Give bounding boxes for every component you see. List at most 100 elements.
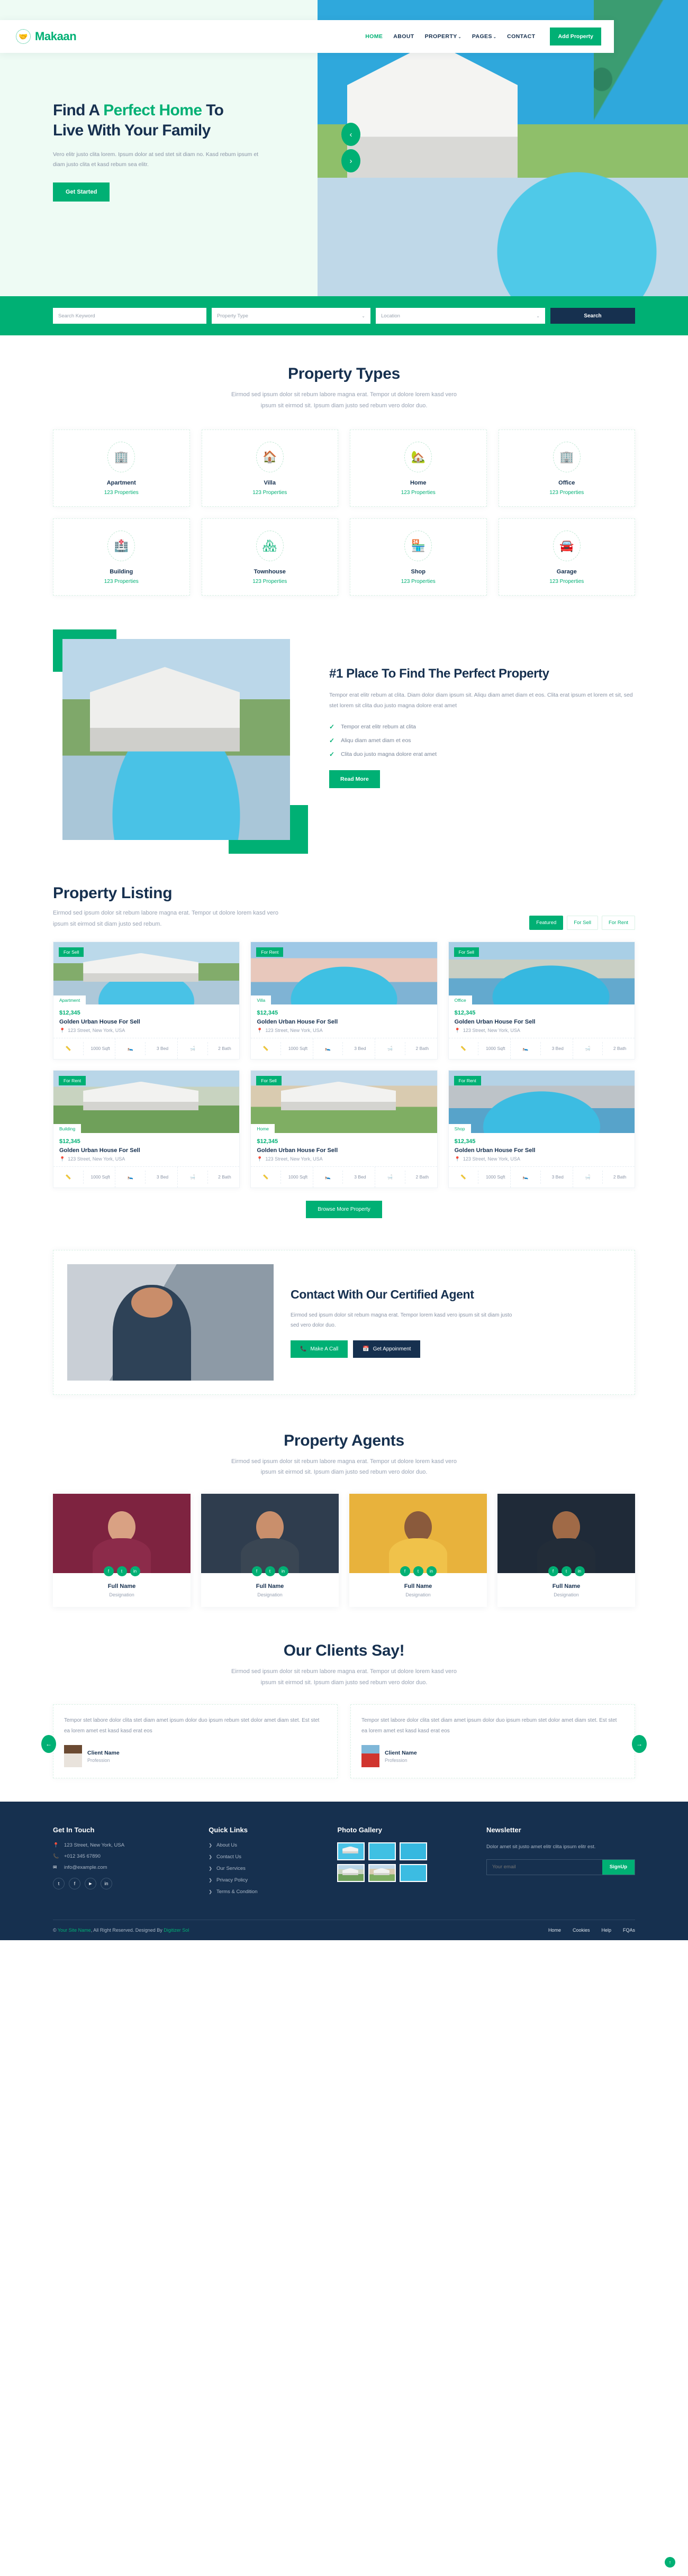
agent-card[interactable]: f t in Full Name Designation xyxy=(497,1494,635,1607)
about-bullet: ✓ Aliqu diam amet diam et eos xyxy=(329,736,411,744)
instagram-icon[interactable]: in xyxy=(426,1566,437,1577)
hero-title: Find A Perfect Home To Live With Your Fa… xyxy=(53,102,224,139)
footer-bottom-link-home[interactable]: Home xyxy=(548,1928,561,1933)
facebook-icon[interactable]: f xyxy=(251,1566,262,1577)
gallery-thumb[interactable] xyxy=(400,1864,428,1883)
footer-bottom-link-fqas[interactable]: FQAs xyxy=(623,1928,635,1933)
nav-item-contact[interactable]: CONTACT xyxy=(507,33,535,40)
property-card[interactable]: For Sell Apartment $12,345 Golden Urban … xyxy=(53,941,240,1059)
property-card[interactable]: For Rent Building $12,345 Golden Urban H… xyxy=(53,1070,240,1188)
add-property-button[interactable]: Add Property xyxy=(550,28,601,45)
tab-featured[interactable]: Featured xyxy=(529,915,564,930)
youtube-icon[interactable]: ► xyxy=(85,1878,96,1890)
testimonial-next-icon[interactable]: → xyxy=(632,1735,647,1753)
footer-link-about-us[interactable]: ❯ About Us xyxy=(209,1842,323,1848)
twitter-icon[interactable]: t xyxy=(53,1878,65,1890)
footer-link-our-services[interactable]: ❯ Our Services xyxy=(209,1866,323,1871)
nav-item-property[interactable]: PROPERTY ⌄ xyxy=(425,33,461,40)
search-input[interactable]: Search Keyword xyxy=(53,308,206,324)
get-started-button[interactable]: Get Started xyxy=(53,182,110,202)
back-to-top-icon[interactable]: ↑ xyxy=(665,2557,675,2568)
search-button[interactable]: Search xyxy=(550,308,635,324)
gallery-thumb[interactable] xyxy=(368,1842,396,1861)
ruler-icon: 📏 xyxy=(53,1170,84,1184)
chevron-down-icon: ⌄ xyxy=(493,35,497,39)
newsletter-form: SignUp xyxy=(486,1859,635,1875)
footer-bottom-links: Home Cookies Help FQAs xyxy=(548,1928,635,1933)
nav-item-home[interactable]: HOME xyxy=(365,33,383,40)
make-a-call-button[interactable]: 📞 Make A Call xyxy=(291,1340,348,1358)
location-select[interactable]: Location ⌄ xyxy=(376,308,545,324)
testimonials-subtitle: Eirmod sed ipsum dolor sit rebum labore … xyxy=(231,1668,457,1686)
tab-for-rent[interactable]: For Rent xyxy=(602,915,635,930)
property-card[interactable]: For Sell Office $12,345 Golden Urban Hou… xyxy=(448,941,635,1059)
agent-name: Full Name xyxy=(404,1583,432,1590)
property-title: Golden Urban House For Sell xyxy=(454,1147,536,1154)
slider-prev-icon[interactable]: ‹ xyxy=(341,123,360,146)
get-appointment-button[interactable]: 📅 Get Appoinment xyxy=(353,1340,421,1358)
property-type-card[interactable]: 🏘 Townhouse 123 Properties xyxy=(201,518,338,596)
property-type-card[interactable]: 🏡 Home 123 Properties xyxy=(350,429,487,507)
newsletter-email-input[interactable] xyxy=(492,1864,602,1870)
instagram-icon[interactable]: in xyxy=(130,1566,140,1577)
client-name: Client Name xyxy=(385,1749,417,1756)
property-card[interactable]: For Rent Villa $12,345 Golden Urban Hous… xyxy=(250,941,438,1059)
footer-bottom-link-cookies[interactable]: Cookies xyxy=(573,1928,590,1933)
footer-link-terms[interactable]: ❯ Terms & Condition xyxy=(209,1889,323,1895)
instagram-icon[interactable]: in xyxy=(574,1566,585,1577)
property-type-card[interactable]: 🏪 Shop 123 Properties xyxy=(350,518,487,596)
property-type-card[interactable]: 🏥 Building 123 Properties xyxy=(53,518,190,596)
bath-icon: 🛁 xyxy=(178,1170,208,1184)
property-type-select[interactable]: Property Type ⌄ xyxy=(212,308,370,324)
footer-newsletter: Newsletter Dolor amet sit justo amet eli… xyxy=(486,1826,635,1901)
slider-next-icon[interactable]: › xyxy=(341,149,360,172)
browse-more-button[interactable]: Browse More Property xyxy=(306,1200,382,1218)
nav-item-pages[interactable]: PAGES ⌄ xyxy=(472,33,496,40)
property-type-card[interactable]: 🏠 Villa 123 Properties xyxy=(201,429,338,507)
testimonial-text: Tempor stet labore dolor clita stet diam… xyxy=(64,1718,320,1734)
twitter-icon[interactable]: t xyxy=(561,1566,572,1577)
facebook-icon[interactable]: f xyxy=(69,1878,80,1890)
facebook-icon[interactable]: f xyxy=(548,1566,558,1577)
property-card[interactable]: For Sell Home $12,345 Golden Urban House… xyxy=(250,1070,438,1188)
brand-logo[interactable]: 🤝 Makaan xyxy=(16,29,77,44)
linkedin-icon[interactable]: in xyxy=(101,1878,112,1890)
agent-card[interactable]: f t in Full Name Designation xyxy=(201,1494,339,1607)
facebook-icon[interactable]: f xyxy=(103,1566,114,1577)
status-badge: For Sell xyxy=(256,1075,282,1085)
property-price: $12,345 xyxy=(454,1138,476,1145)
instagram-icon[interactable]: in xyxy=(278,1566,288,1577)
facebook-icon[interactable]: f xyxy=(400,1566,410,1577)
twitter-icon[interactable]: t xyxy=(265,1566,275,1577)
property-type-card[interactable]: 🏢 Apartment 123 Properties xyxy=(53,429,190,507)
gallery-thumb[interactable] xyxy=(400,1842,428,1861)
footer-address: 📍 123 Street, New York, USA xyxy=(53,1842,125,1849)
property-type-card[interactable]: 🏢 Office 123 Properties xyxy=(498,429,635,507)
ruler-icon: 📏 xyxy=(449,1042,479,1055)
property-card[interactable]: For Rent Shop $12,345 Golden Urban House… xyxy=(448,1070,635,1188)
tab-for-sell[interactable]: For Sell xyxy=(567,915,599,930)
nav-item-about[interactable]: ABOUT xyxy=(393,33,414,40)
agent-card[interactable]: f t in Full Name Designation xyxy=(349,1494,487,1607)
footer-link-contact-us[interactable]: ❯ Contact Us xyxy=(209,1854,323,1860)
twitter-icon[interactable]: t xyxy=(116,1566,127,1577)
property-type-card[interactable]: 🚘 Garage 123 Properties xyxy=(498,518,635,596)
copyright-designer: Digitizer Sol xyxy=(164,1928,189,1933)
bath-icon: 🛁 xyxy=(573,1042,603,1055)
property-sqft: 📏 1000 Sqft xyxy=(449,1166,511,1187)
agent-avatar xyxy=(201,1494,339,1574)
read-more-button[interactable]: Read More xyxy=(329,770,380,788)
status-badge: For Sell xyxy=(454,947,479,957)
bath-icon: 🛁 xyxy=(178,1042,208,1055)
bed-icon: 🛌 xyxy=(313,1042,343,1055)
agent-card[interactable]: f t in Full Name Designation xyxy=(53,1494,191,1607)
footer-link-privacy-policy[interactable]: ❯ Privacy Policy xyxy=(209,1877,323,1883)
gallery-thumb[interactable] xyxy=(337,1842,365,1861)
signup-button[interactable]: SignUp xyxy=(602,1859,635,1875)
gallery-thumb[interactable] xyxy=(337,1864,365,1883)
gallery-thumb[interactable] xyxy=(368,1864,396,1883)
footer-bottom-link-help[interactable]: Help xyxy=(601,1928,611,1933)
chevron-right-icon: ❯ xyxy=(209,1866,212,1871)
twitter-icon[interactable]: t xyxy=(413,1566,423,1577)
property-sqft: 📏 1000 Sqft xyxy=(449,1038,511,1059)
